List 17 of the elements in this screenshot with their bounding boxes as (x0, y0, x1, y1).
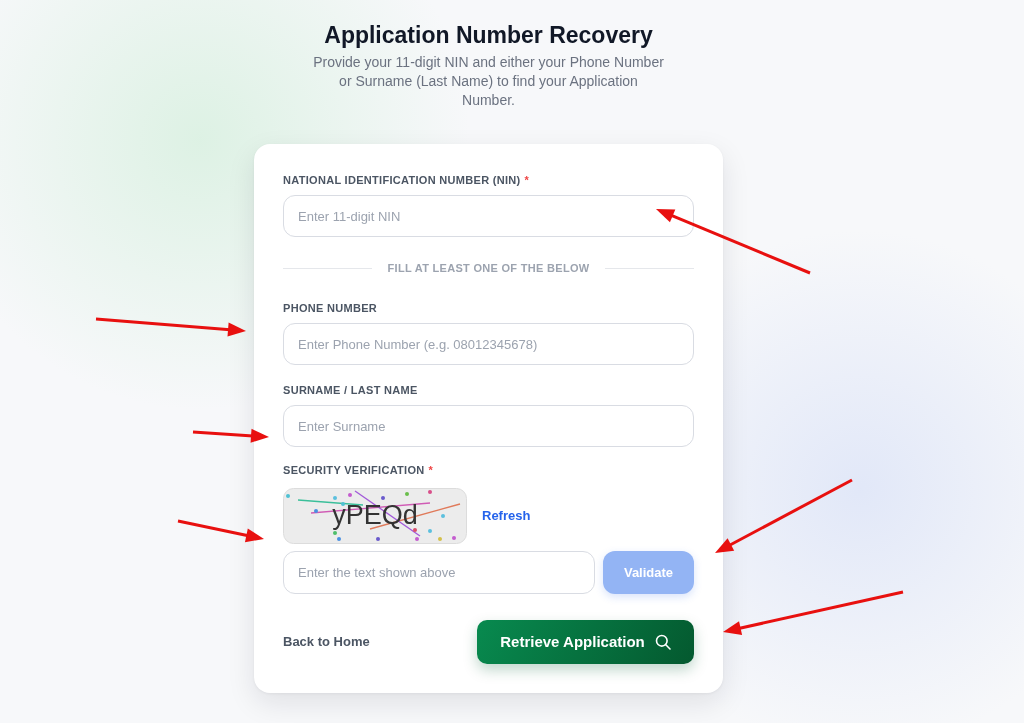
field-label: PHONE NUMBER (283, 302, 378, 315)
refresh-link[interactable]: Refresh (482, 506, 531, 526)
field-label: NATIONAL IDENTIFICATION NUMBER (NIN) (283, 174, 521, 187)
page-title: Application Number Recovery (324, 21, 653, 50)
field-label: SURNAME / LAST NAME (283, 384, 418, 397)
required-mark: * (524, 174, 529, 187)
search-icon (654, 634, 671, 650)
back-link[interactable]: Back to Home (283, 632, 370, 652)
input-field[interactable]: Enter 11-digit NIN (283, 195, 694, 237)
divider-text: FILL AT LEAST ONE OF THE BELOW (387, 262, 590, 275)
input-field[interactable]: Enter Surname (283, 405, 694, 447)
retrieve-button[interactable]: Retrieve Application (477, 620, 694, 664)
required-mark: * (428, 464, 433, 477)
field-label: SECURITY VERIFICATION (283, 464, 425, 477)
page-subtitle: Provide your 11-digit NIN and either your Phone Number or Surname (Last Name) to find your Application Number. (312, 53, 665, 110)
input-field[interactable]: Enter Phone Number (e.g. 08012345678) (283, 323, 694, 365)
captcha-input[interactable]: Enter the text shown above (283, 551, 595, 594)
